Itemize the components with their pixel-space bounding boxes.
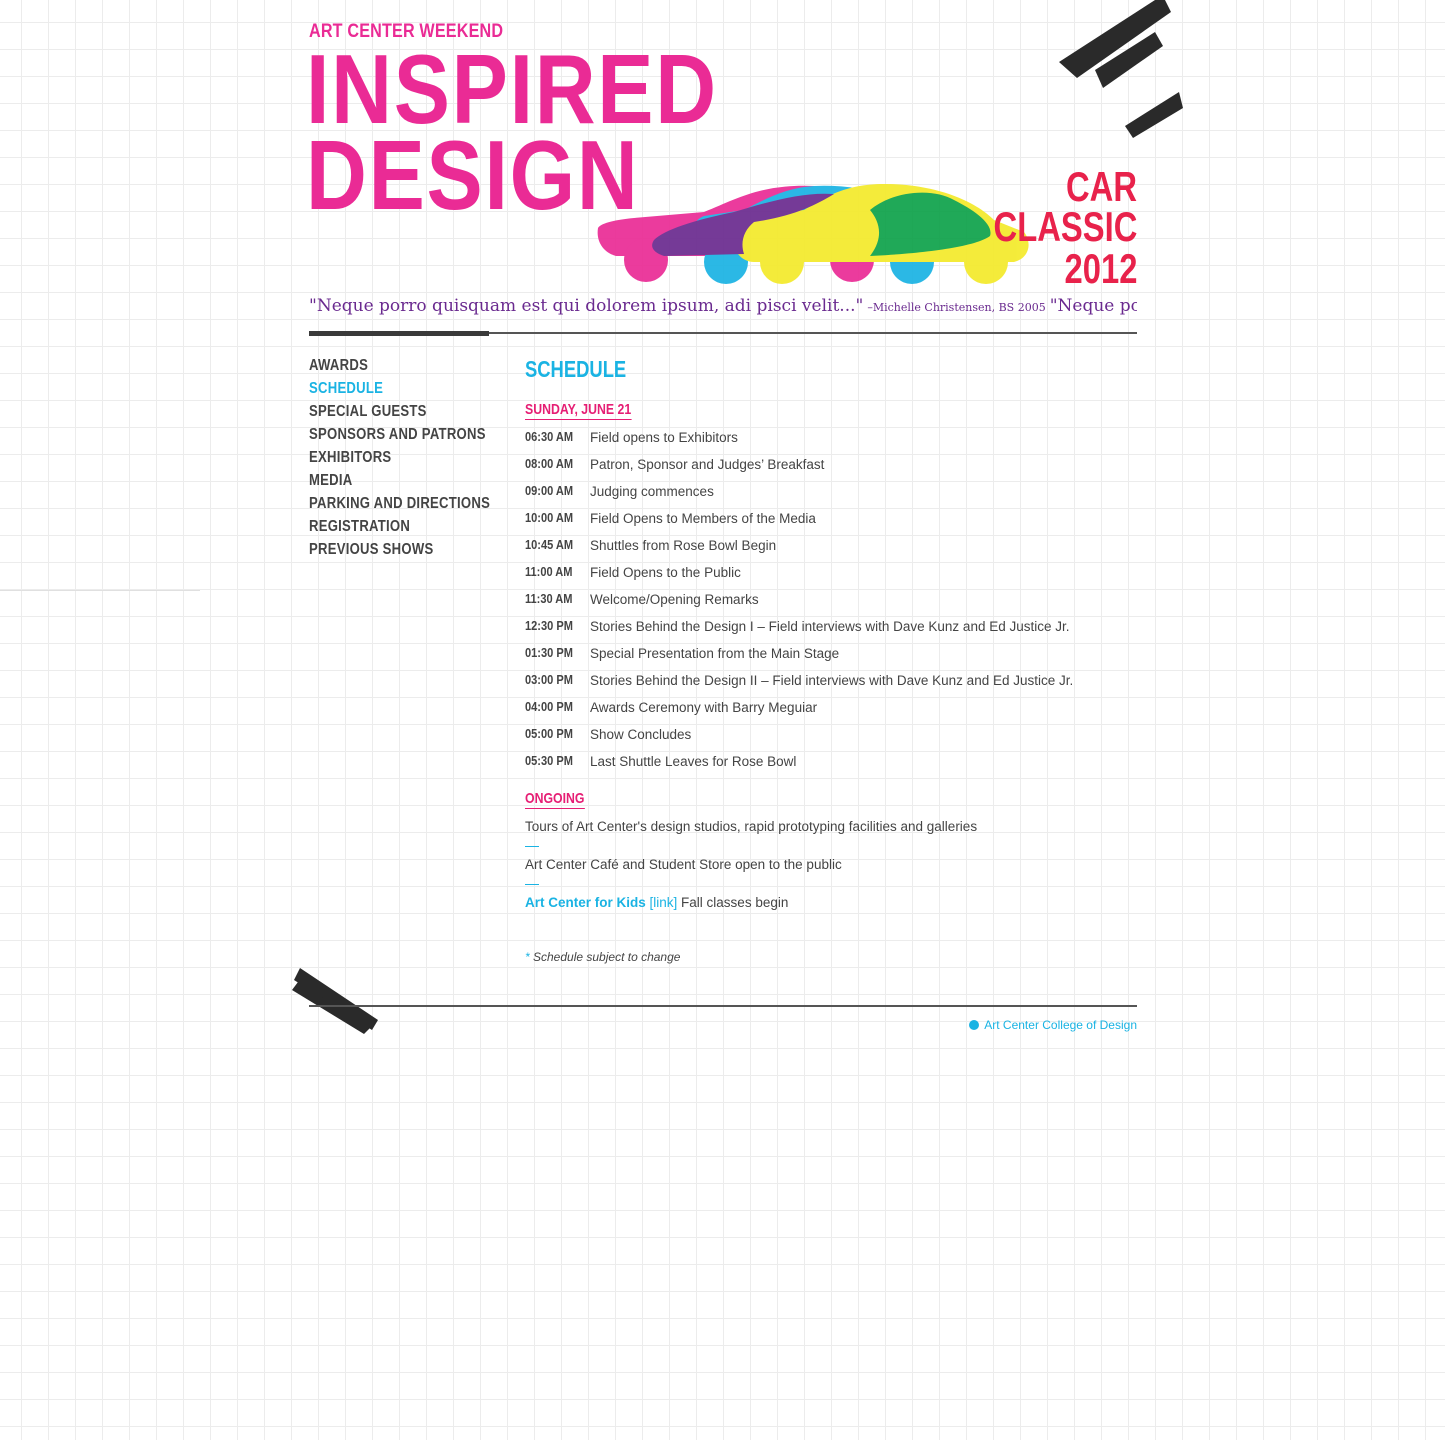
- schedule-desc: Field opens to Exhibitors: [590, 430, 738, 445]
- schedule-time: 12:30 PM: [525, 618, 573, 633]
- schedule-desc: Awards Ceremony with Barry Meguiar: [590, 700, 818, 715]
- schedule-desc: Judging commences: [590, 484, 714, 499]
- schedule-desc: Field Opens to Members of the Media: [590, 511, 816, 526]
- page-title: SCHEDULE: [525, 356, 627, 382]
- decorative-slashes-icon: [292, 968, 378, 1034]
- nav-sponsors-and-patrons[interactable]: SPONSORS AND PATRONS: [309, 426, 486, 444]
- nav-previous-shows[interactable]: PREVIOUS SHOWS: [309, 541, 433, 559]
- bullet-dot-icon: [969, 1020, 980, 1030]
- nav-media[interactable]: MEDIA: [309, 472, 353, 490]
- event-year: 2012: [1064, 245, 1137, 292]
- title-design: DESIGN: [306, 120, 640, 230]
- side-navigation: AWARDS SCHEDULE SPECIAL GUESTS SPONSORS …: [309, 357, 530, 564]
- schedule-time: 08:00 AM: [525, 456, 574, 471]
- note-text: Schedule subject to change: [529, 950, 681, 964]
- ongoing-heading: ONGOING: [525, 790, 585, 809]
- footer-divider: [309, 1005, 1137, 1007]
- car-illustration: [597, 184, 1029, 284]
- schedule-time: 03:00 PM: [525, 672, 573, 687]
- kids-text: Fall classes begin: [677, 895, 789, 910]
- schedule-desc: Shuttles from Rose Bowl Begin: [590, 538, 777, 553]
- schedule-note: * Schedule subject to change: [525, 950, 680, 964]
- quote-text-repeat: "Neque porro qu: [1049, 296, 1137, 316]
- kids-program-link[interactable]: Art Center for Kids: [525, 895, 646, 910]
- kids-link-tag[interactable]: [link]: [650, 895, 678, 910]
- day-heading: SUNDAY, JUNE 21: [525, 401, 632, 420]
- nav-registration[interactable]: REGISTRATION: [309, 518, 410, 536]
- schedule-desc: Last Shuttle Leaves for Rose Bowl: [590, 754, 797, 769]
- schedule-time: 10:45 AM: [525, 537, 574, 552]
- schedule-time: 11:30 AM: [525, 591, 573, 606]
- quote-text: "Neque porro quisquam est qui dolorem ip…: [309, 296, 864, 316]
- schedule-time: 04:00 PM: [525, 699, 573, 714]
- decorative-slashes-icon: [1059, 0, 1183, 138]
- nav-exhibitors[interactable]: EXHIBITORS: [309, 449, 391, 467]
- event-classic: CLASSIC: [993, 203, 1137, 250]
- schedule-time: 05:00 PM: [525, 726, 573, 741]
- schedule-desc: Special Presentation from the Main Stage: [590, 646, 840, 661]
- footer-college-link[interactable]: Art Center College of Design: [969, 1018, 1137, 1032]
- schedule-time: 11:00 AM: [525, 564, 573, 579]
- schedule-time: 10:00 AM: [525, 510, 574, 525]
- nav-special-guests[interactable]: SPECIAL GUESTS: [309, 403, 427, 421]
- ongoing-item: Art Center Café and Student Store open t…: [525, 857, 842, 872]
- schedule-desc: Stories Behind the Design I – Field inte…: [590, 619, 1070, 634]
- item-separator: [525, 846, 539, 847]
- nav-parking-and-directions[interactable]: PARKING AND DIRECTIONS: [309, 495, 490, 513]
- schedule-desc: Stories Behind the Design II – Field int…: [590, 673, 1074, 688]
- nav-schedule[interactable]: SCHEDULE: [309, 380, 383, 398]
- schedule-time: 01:30 PM: [525, 645, 573, 660]
- quote-ticker: "Neque porro quisquam est qui dolorem ip…: [309, 296, 1137, 324]
- schedule-desc: Show Concludes: [590, 727, 692, 742]
- schedule-desc: Field Opens to the Public: [590, 565, 741, 580]
- nav-awards[interactable]: AWARDS: [309, 357, 368, 375]
- footer-link-label: Art Center College of Design: [984, 1018, 1137, 1032]
- schedule-time: 05:30 PM: [525, 753, 573, 768]
- nav-accent-bar: [309, 331, 489, 336]
- event-car: CAR: [1066, 163, 1137, 210]
- item-separator: [525, 884, 539, 885]
- schedule-desc: Patron, Sponsor and Judges’ Breakfast: [590, 457, 825, 472]
- schedule-time: 09:00 AM: [525, 483, 574, 498]
- schedule-desc: Welcome/Opening Remarks: [590, 592, 759, 607]
- side-divider: [0, 590, 200, 591]
- schedule-time: 06:30 AM: [525, 429, 574, 444]
- ongoing-item: Tours of Art Center's design studios, ra…: [525, 819, 978, 834]
- ongoing-item-kids: Art Center for Kids [link] Fall classes …: [525, 895, 788, 910]
- quote-attribution: –Michelle Christensen, BS 2005: [867, 301, 1046, 314]
